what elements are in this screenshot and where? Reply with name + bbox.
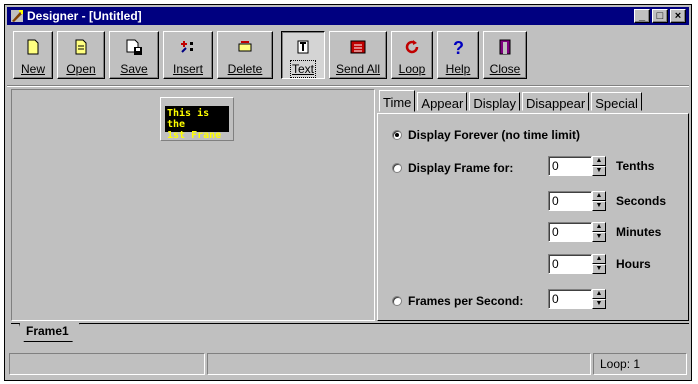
minutes-spinner[interactable]: 0 ▲ ▼ Minutes — [548, 222, 661, 242]
display-frame-for-option[interactable]: Display Frame for: — [392, 161, 513, 175]
new-doc-icon — [25, 36, 41, 58]
property-tabs: Time Appear Display Disappear Special — [377, 90, 642, 114]
insert-icon — [179, 36, 197, 58]
close-window-button[interactable]: × — [670, 9, 686, 23]
status-pane-2 — [207, 353, 591, 375]
hours-input[interactable]: 0 — [548, 254, 592, 274]
fps-down-arrow[interactable]: ▼ — [592, 299, 606, 309]
hours-spinner[interactable]: 0 ▲ ▼ Hours — [548, 254, 651, 274]
loop-icon — [403, 36, 421, 58]
open-doc-icon — [73, 36, 89, 58]
text-icon — [294, 36, 312, 58]
insert-button[interactable]: Insert — [163, 31, 213, 79]
frames-per-second-label: Frames per Second: — [408, 294, 524, 308]
save-button[interactable]: Save — [109, 31, 159, 79]
help-label: Help — [445, 62, 471, 76]
display-forever-label: Display Forever (no time limit) — [408, 128, 581, 142]
tenths-spinner[interactable]: 0 ▲ ▼ Tenths — [548, 156, 654, 176]
frame-tab-strip: Frame1 — [11, 323, 689, 342]
minutes-up-arrow[interactable]: ▲ — [592, 222, 606, 232]
time-panel: Display Forever (no time limit) Display … — [377, 113, 689, 321]
close-door-icon — [496, 36, 514, 58]
insert-label: Insert — [172, 62, 203, 76]
delete-button[interactable]: Delete — [217, 31, 273, 79]
seconds-down-arrow[interactable]: ▼ — [592, 201, 606, 211]
hours-label: Hours — [616, 257, 651, 271]
help-icon: ? — [449, 36, 467, 58]
status-bar: Loop: 1 — [9, 353, 687, 375]
minutes-down-arrow[interactable]: ▼ — [592, 232, 606, 242]
designer-window: Designer - [Untitled] _ □ × New Open Sav… — [4, 4, 692, 381]
app-icon — [11, 10, 23, 22]
new-button[interactable]: New — [13, 31, 53, 79]
send-all-label: Send All — [335, 62, 381, 76]
tab-time[interactable]: Time — [379, 90, 416, 112]
hours-up-arrow[interactable]: ▲ — [592, 254, 606, 264]
save-icon — [125, 36, 143, 58]
tenths-input[interactable]: 0 — [548, 156, 592, 176]
tenths-label: Tenths — [616, 159, 655, 173]
status-pane-1 — [9, 353, 205, 375]
text-label: Text — [289, 60, 317, 78]
display-forever-option[interactable]: Display Forever (no time limit) — [392, 128, 580, 142]
display-frame-for-label: Display Frame for: — [408, 161, 514, 175]
open-label: Open — [66, 62, 96, 76]
tab-special[interactable]: Special — [591, 92, 642, 111]
seconds-up-arrow[interactable]: ▲ — [592, 191, 606, 201]
frames-per-second-radio[interactable] — [392, 296, 402, 306]
tab-display[interactable]: Display — [469, 92, 520, 111]
send-all-icon — [349, 36, 367, 58]
tab-appear[interactable]: Appear — [417, 92, 468, 111]
minimize-button[interactable]: _ — [634, 9, 650, 23]
hours-down-arrow[interactable]: ▼ — [592, 264, 606, 274]
frame-tab[interactable]: Frame1 — [19, 323, 80, 342]
loop-button[interactable]: Loop — [391, 31, 433, 79]
svg-text:?: ? — [453, 38, 464, 57]
loop-label: Loop — [398, 62, 426, 76]
window-title: Designer - [Untitled] — [27, 9, 142, 23]
led-display: This is the 1st Frane — [165, 106, 229, 141]
delete-icon — [236, 36, 254, 58]
tab-disappear[interactable]: Disappear — [521, 92, 590, 111]
close-label: Close — [489, 62, 521, 76]
frames-per-second-option[interactable]: Frames per Second: — [392, 294, 523, 308]
seconds-label: Seconds — [616, 194, 667, 208]
fps-input[interactable]: 0 — [548, 289, 592, 309]
fps-up-arrow[interactable]: ▲ — [592, 289, 606, 299]
frame-canvas[interactable]: This is the 1st Frane — [11, 89, 375, 321]
tenths-up-arrow[interactable]: ▲ — [592, 156, 606, 166]
display-frame-for-radio[interactable] — [392, 163, 402, 173]
frame-preview[interactable]: This is the 1st Frane — [160, 97, 234, 141]
help-button[interactable]: ? Help — [437, 31, 479, 79]
fps-spinner[interactable]: 0 ▲ ▼ — [548, 289, 606, 309]
seconds-spinner[interactable]: 0 ▲ ▼ Seconds — [548, 191, 666, 211]
minutes-input[interactable]: 0 — [548, 222, 592, 242]
display-forever-radio[interactable] — [392, 130, 402, 140]
open-button[interactable]: Open — [57, 31, 105, 79]
save-label: Save — [120, 62, 148, 76]
loop-status: Loop: 1 — [593, 353, 687, 375]
minutes-label: Minutes — [616, 225, 662, 239]
delete-label: Delete — [227, 62, 263, 76]
text-button[interactable]: Text — [281, 31, 325, 79]
title-bar[interactable]: Designer - [Untitled] _ □ × — [7, 7, 689, 25]
led-line-2: 1st Frane — [167, 130, 222, 141]
new-label: New — [20, 62, 45, 76]
close-button[interactable]: Close — [483, 31, 527, 79]
seconds-input[interactable]: 0 — [548, 191, 592, 211]
toolbar: New Open Save Insert Delete Text Send Al… — [7, 27, 689, 86]
maximize-button[interactable]: □ — [652, 9, 668, 23]
tenths-down-arrow[interactable]: ▼ — [592, 166, 606, 176]
send-all-button[interactable]: Send All — [329, 31, 387, 79]
led-line-1: This is the — [167, 108, 210, 130]
